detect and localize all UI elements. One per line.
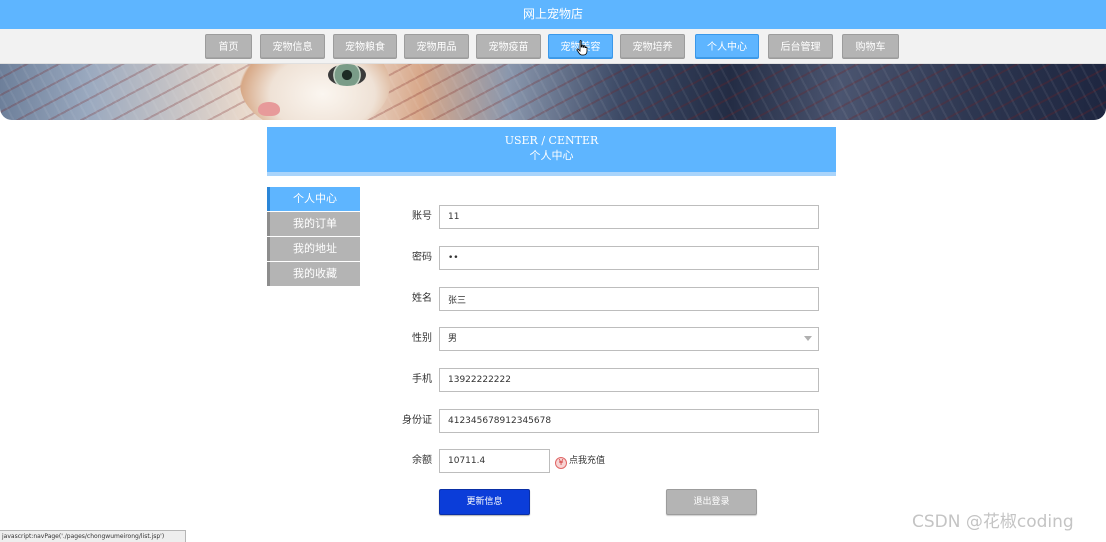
nav-item-home[interactable]: 首页: [205, 34, 252, 59]
side-menu: 个人中心 我的订单 我的地址 我的收藏: [267, 187, 360, 287]
phone-input[interactable]: [439, 368, 819, 392]
balance-input[interactable]: [439, 449, 550, 473]
nav-item-pet-supplies[interactable]: 宠物用品: [404, 34, 469, 59]
name-label: 姓名: [412, 293, 432, 304]
hand-cursor-icon: [576, 40, 588, 56]
password-input[interactable]: ••: [439, 246, 819, 270]
watermark: CSDN @花椒coding: [912, 512, 1074, 532]
nav-item-admin[interactable]: 后台管理: [768, 34, 833, 59]
yen-icon: ¥: [555, 457, 567, 469]
gender-label: 性别: [412, 333, 432, 344]
site-title: 网上宠物店: [0, 0, 1106, 29]
side-item-my-orders[interactable]: 我的订单: [267, 212, 360, 236]
page-heading-cn: 个人中心: [529, 149, 574, 162]
balance-label: 余额: [412, 455, 432, 466]
side-item-my-address[interactable]: 我的地址: [267, 237, 360, 261]
banner-cat-eye: [328, 64, 366, 86]
password-label: 密码: [412, 252, 432, 263]
logout-button[interactable]: 退出登录: [666, 489, 757, 515]
main-nav: 首页 宠物信息 宠物粮食 宠物用品 宠物疫苗 宠物美容 宠物培养 个人中心 后台…: [0, 29, 1106, 64]
nav-item-user-center[interactable]: 个人中心: [695, 34, 759, 59]
side-item-user-center[interactable]: 个人中心: [267, 187, 360, 211]
nav-item-pet-info[interactable]: 宠物信息: [260, 34, 325, 59]
phone-label: 手机: [412, 374, 432, 385]
browser-status-bar: javascript:navPage('./pages/chongwumeiro…: [0, 530, 186, 542]
page-heading-en: USER / CENTER: [504, 134, 599, 147]
nav-item-cart[interactable]: 购物车: [842, 34, 899, 59]
side-item-my-favorites[interactable]: 我的收藏: [267, 262, 360, 286]
nav-item-pet-vaccine[interactable]: 宠物疫苗: [476, 34, 541, 59]
name-input[interactable]: [439, 287, 819, 311]
recharge-link[interactable]: ¥ 点我充值: [555, 454, 606, 469]
nav-item-pet-training[interactable]: 宠物培养: [620, 34, 685, 59]
id-card-input[interactable]: [439, 409, 819, 433]
id-card-label: 身份证: [402, 415, 432, 426]
nav-item-pet-food[interactable]: 宠物粮食: [333, 34, 397, 59]
recharge-label: 点我充值: [569, 456, 606, 466]
update-info-button[interactable]: 更新信息: [439, 489, 530, 515]
account-input[interactable]: [439, 205, 819, 229]
gender-select[interactable]: 男: [439, 327, 819, 351]
banner-cat-nose: [258, 102, 280, 116]
account-label: 账号: [412, 211, 432, 222]
page-heading: USER / CENTER 个人中心: [267, 127, 836, 176]
banner-image: [0, 64, 1106, 120]
